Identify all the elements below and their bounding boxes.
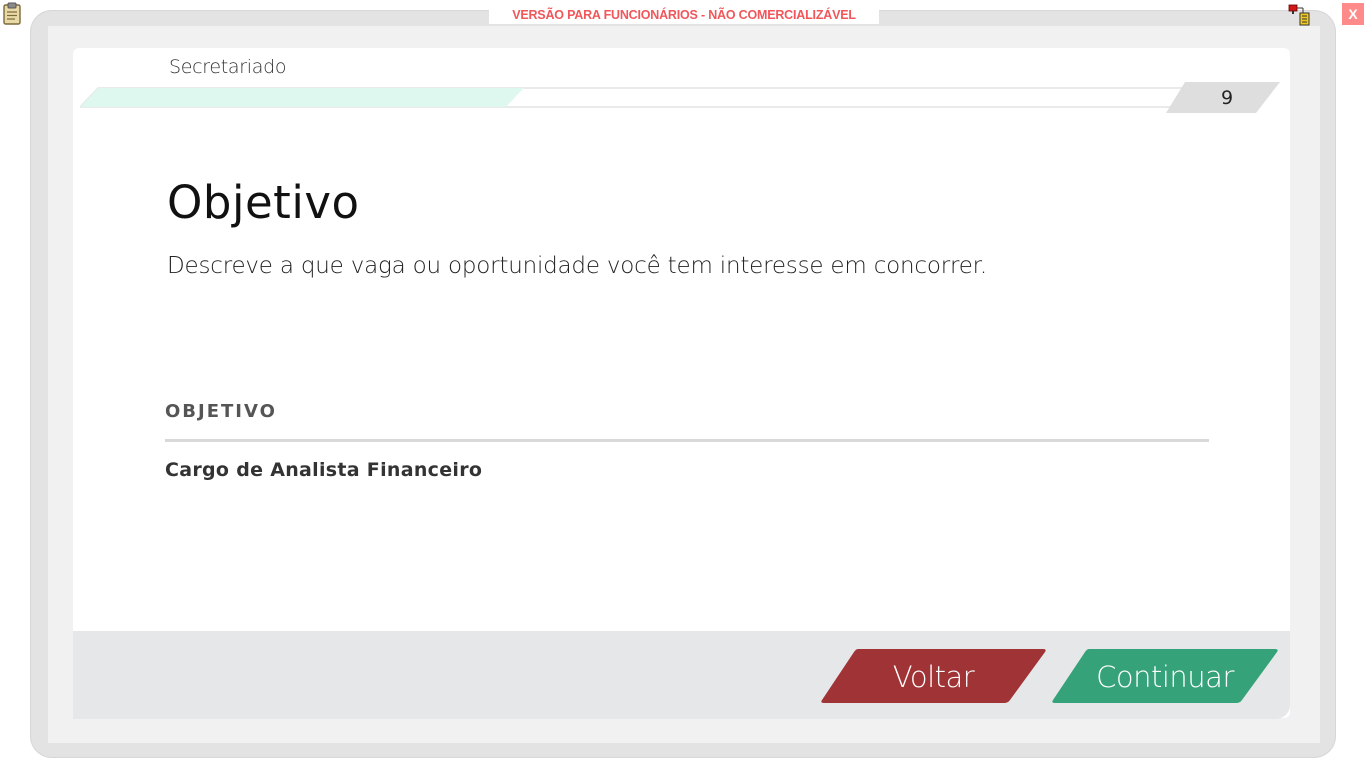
progress-bar bbox=[80, 82, 1280, 113]
back-button[interactable]: Voltar bbox=[820, 649, 1047, 703]
clipboard-icon[interactable] bbox=[2, 2, 22, 26]
continue-button[interactable]: Continuar bbox=[1051, 649, 1279, 703]
content-card bbox=[73, 48, 1290, 718]
section-label: OBJETIVO bbox=[165, 401, 277, 422]
section-divider bbox=[165, 439, 1209, 442]
page-title: Objetivo bbox=[167, 176, 360, 229]
page-description: Descreve a que vaga ou oportunidade você… bbox=[167, 253, 987, 279]
page-number: 9 bbox=[1220, 87, 1234, 109]
progress-fill bbox=[80, 88, 524, 107]
back-button-label: Voltar bbox=[892, 660, 975, 694]
watermark-banner: VERSÃO PARA FUNCIONÁRIOS - NÃO COMERCIAL… bbox=[489, 6, 879, 24]
section-value: Cargo de Analista Financeiro bbox=[165, 459, 483, 481]
course-title: Secretariado bbox=[169, 56, 287, 78]
close-icon[interactable]: X bbox=[1342, 3, 1364, 25]
network-status-icon[interactable] bbox=[1288, 3, 1314, 27]
continue-button-label: Continuar bbox=[1096, 660, 1234, 694]
